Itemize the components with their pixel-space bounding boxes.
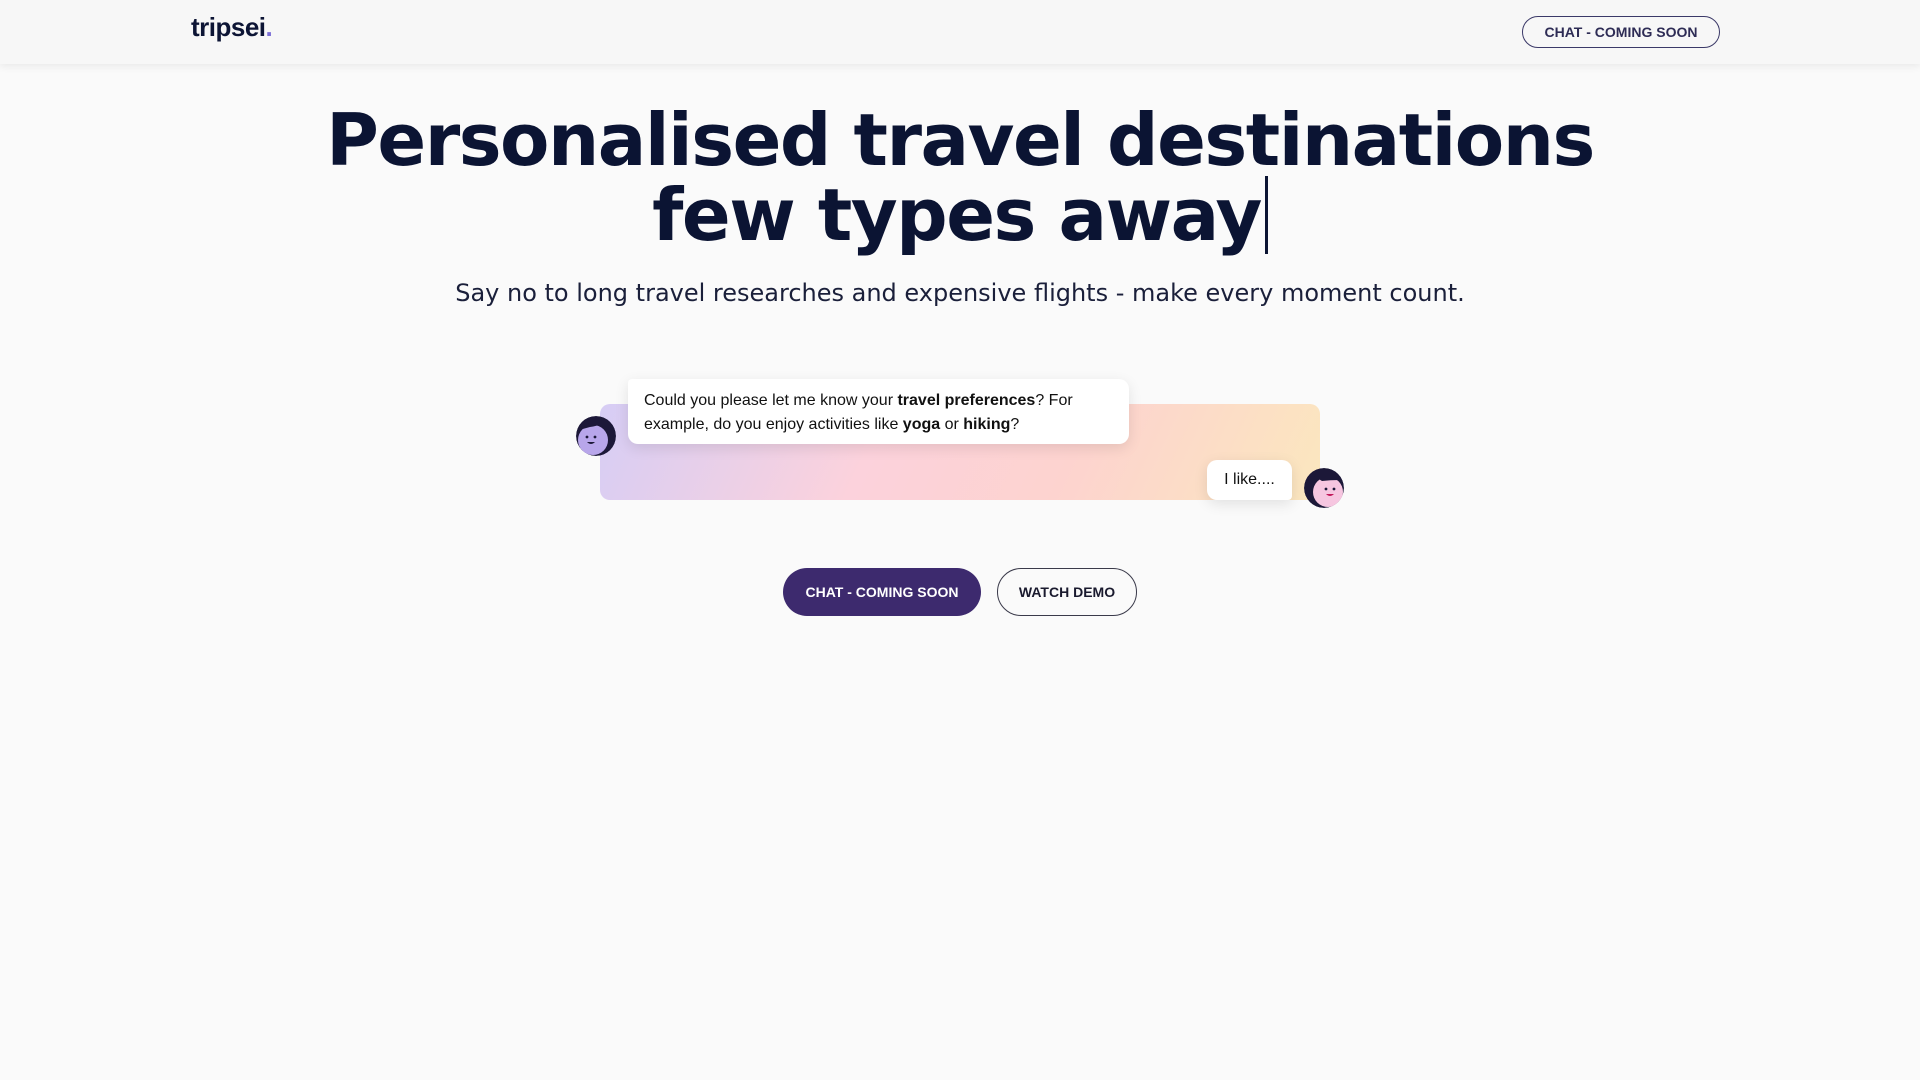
hero-subtitle: Say no to long travel researches and exp… <box>455 279 1465 307</box>
typing-caret <box>1264 176 1268 254</box>
bot-message-text-1: Could you please let me know your <box>644 392 898 409</box>
bot-message-bold-1: travel preferences <box>897 392 1036 409</box>
user-message-bubble: I like.... <box>1207 460 1292 500</box>
hero-title-line-2-text: few types away <box>652 173 1262 257</box>
bot-message-bold-2: yoga <box>902 416 941 433</box>
bot-message-bubble: Could you please let me know your travel… <box>628 379 1129 444</box>
logo-text: tripsei <box>191 12 266 42</box>
hero-title: Personalised travel destinations few typ… <box>0 104 1920 254</box>
user-message-text: I like.... <box>1224 471 1275 488</box>
bot-message-text-3: or <box>940 416 964 433</box>
bot-face-icon <box>576 416 616 456</box>
bot-message-text-4: ? <box>1010 416 1020 433</box>
logo[interactable]: tripsei. <box>191 12 273 43</box>
hero-title-line-2: few types away <box>0 176 1920 254</box>
bot-message-bold-3: hiking <box>963 416 1011 433</box>
hero-title-line-1: Personalised travel destinations <box>326 98 1595 182</box>
header-chat-button[interactable]: CHAT - COMING SOON <box>1522 16 1720 48</box>
top-nav: tripsei. CHAT - COMING SOON <box>0 0 1920 64</box>
logo-dot: . <box>265 12 273 42</box>
watch-demo-button[interactable]: WATCH DEMO <box>997 568 1137 616</box>
chat-coming-soon-button[interactable]: CHAT - COMING SOON <box>783 568 981 616</box>
user-face-icon <box>1304 468 1344 508</box>
